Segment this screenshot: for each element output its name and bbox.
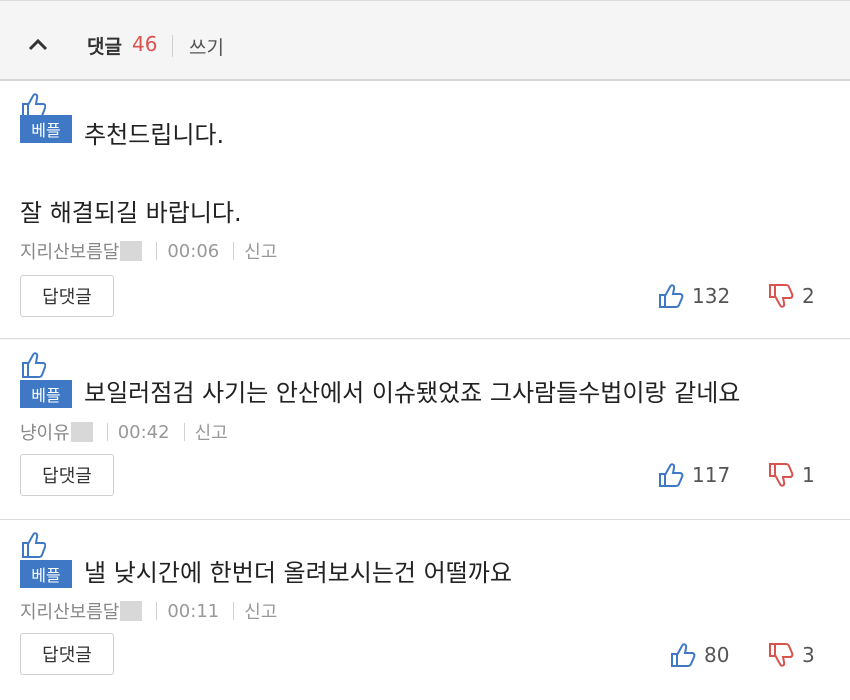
best-badge-label: 베플	[20, 560, 72, 588]
comments-header: 댓글 46 쓰기	[0, 0, 850, 81]
dislike-count: 1	[802, 463, 815, 487]
comment-meta: 지리산보름달 00:11 신고	[20, 598, 277, 624]
meta-divider	[233, 602, 235, 620]
meta-divider	[156, 602, 158, 620]
thumbs-up-icon	[22, 532, 46, 558]
comment-text-line2: 잘 해결되길 바랍니다.	[20, 199, 242, 227]
comment-text: 추천드립니다.	[84, 121, 225, 149]
comment-text: 보일러점검 사기는 안산에서 이슈됐었죠 그사람들수법이랑 같네요	[84, 379, 741, 407]
meta-divider	[156, 242, 158, 260]
thumbs-down-icon	[769, 284, 794, 308]
comment-author[interactable]: 지리산보름달	[20, 238, 119, 264]
best-badge-label: 베플	[20, 380, 72, 408]
best-badge-label: 베플	[20, 115, 72, 143]
dislike-button[interactable]: 1	[768, 462, 815, 488]
meta-divider	[233, 242, 235, 260]
chevron-up-icon[interactable]	[26, 34, 50, 54]
comment-time: 00:42	[117, 421, 170, 443]
best-badge: 베플	[20, 91, 72, 145]
comment-text: 낼 낮시간에 한번더 올려보시는건 어떨까요	[84, 559, 512, 587]
author-masked	[70, 422, 93, 442]
comment-time: 00:06	[167, 240, 220, 262]
author-masked	[120, 601, 143, 621]
thumbs-down-icon	[769, 463, 794, 487]
header-divider	[172, 35, 173, 57]
like-count: 132	[692, 284, 731, 308]
meta-divider	[106, 423, 108, 441]
best-badge: 베플	[20, 350, 72, 408]
comment-item: 베플 추천드립니다. 잘 해결되길 바랍니다. 지리산보름달 00:06 신고 …	[0, 81, 850, 339]
comment-item: 베플 보일러점검 사기는 안산에서 이슈됐었죠 그사람들수법이랑 같네요 냥이유…	[0, 340, 850, 520]
thumbs-up-icon	[659, 463, 684, 487]
author-masked	[120, 241, 143, 261]
thumbs-up-icon	[659, 284, 684, 308]
write-comment-link[interactable]: 쓰기	[189, 33, 224, 60]
comment-author[interactable]: 냥이유	[20, 419, 70, 445]
report-link[interactable]: 신고	[244, 598, 277, 624]
like-button[interactable]: 117	[658, 462, 730, 488]
like-button[interactable]: 132	[658, 283, 730, 309]
dislike-button[interactable]: 2	[768, 283, 815, 309]
reply-button[interactable]: 답댓글	[20, 454, 114, 496]
comment-time: 00:11	[167, 600, 220, 622]
comments-count: 46	[132, 32, 158, 56]
reply-button[interactable]: 답댓글	[20, 633, 114, 675]
report-link[interactable]: 신고	[244, 238, 277, 264]
comments-title: 댓글	[87, 36, 122, 58]
like-button[interactable]: 80	[670, 642, 729, 668]
thumbs-up-icon	[671, 643, 696, 667]
comment-author[interactable]: 지리산보름달	[20, 598, 119, 624]
dislike-button[interactable]: 3	[768, 642, 815, 668]
report-link[interactable]: 신고	[195, 419, 228, 445]
like-count: 80	[704, 643, 730, 667]
comment-meta: 지리산보름달 00:06 신고	[20, 238, 277, 264]
dislike-count: 2	[802, 284, 815, 308]
thumbs-down-icon	[769, 643, 794, 667]
meta-divider	[183, 423, 185, 441]
comment-meta: 냥이유 00:42 신고	[20, 419, 228, 445]
thumbs-up-icon	[22, 352, 46, 378]
dislike-count: 3	[802, 643, 815, 667]
best-badge: 베플	[20, 530, 72, 588]
reply-button[interactable]: 답댓글	[20, 275, 114, 317]
comment-item: 베플 낼 낮시간에 한번더 올려보시는건 어떨까요 지리산보름달 00:11 신…	[0, 520, 850, 700]
like-count: 117	[692, 463, 731, 487]
